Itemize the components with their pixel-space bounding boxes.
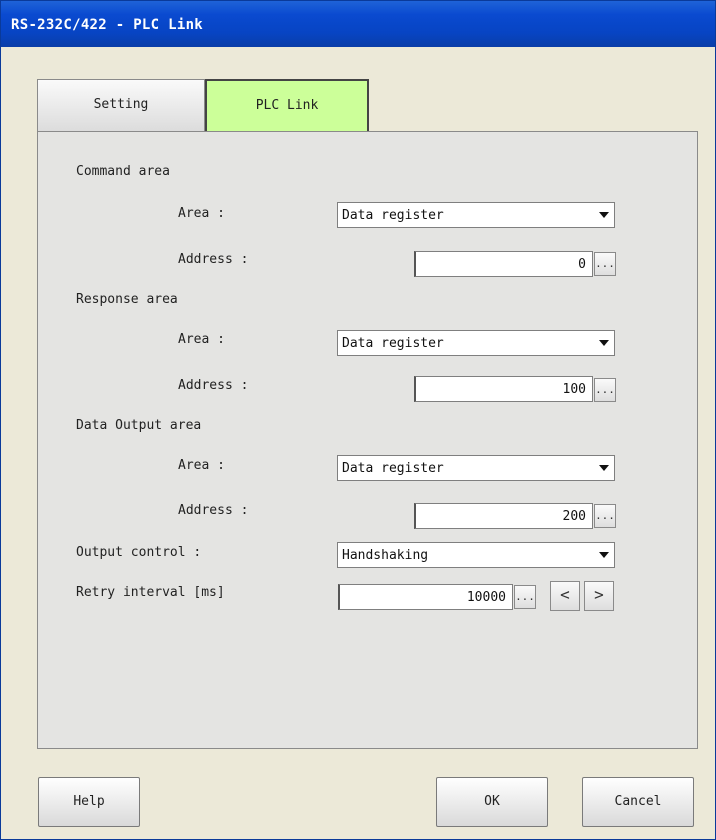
command-address-browse-button[interactable]: ... — [594, 252, 616, 276]
response-area-area-label: Area : — [178, 332, 225, 347]
response-address-field[interactable]: 100 — [414, 376, 593, 402]
output-control-dropdown[interactable]: Handshaking — [337, 542, 615, 568]
retry-interval-field[interactable]: 10000 — [338, 584, 513, 610]
data-output-area-dropdown-value: Data register — [342, 461, 444, 476]
command-area-area-label: Area : — [178, 206, 225, 221]
tab-setting[interactable]: Setting — [37, 79, 205, 131]
retry-interval-browse-button[interactable]: ... — [514, 585, 536, 609]
dialog-window: RS-232C/422 - PLC Link Setting PLC Link … — [0, 0, 716, 840]
help-button[interactable]: Help — [38, 777, 140, 827]
output-control-label: Output control : — [76, 545, 202, 560]
data-output-address-browse-button[interactable]: ... — [594, 504, 616, 528]
command-area-label: Command area — [76, 164, 170, 179]
response-address-value: 100 — [562, 382, 586, 397]
retry-interval-value: 10000 — [466, 590, 506, 605]
data-output-area-dropdown[interactable]: Data register — [337, 455, 615, 481]
response-area-dropdown[interactable]: Data register — [337, 330, 615, 356]
response-address-label: Address : — [178, 378, 249, 393]
output-control-dropdown-value: Handshaking — [342, 548, 429, 563]
chevron-down-icon — [594, 543, 614, 567]
data-output-address-field[interactable]: 200 — [414, 503, 593, 529]
data-output-area-label: Data Output area — [76, 418, 202, 433]
ok-button[interactable]: OK — [436, 777, 548, 827]
data-output-area-area-label: Area : — [178, 458, 225, 473]
chevron-down-icon — [594, 456, 614, 480]
command-address-label: Address : — [178, 252, 249, 267]
command-area-dropdown-value: Data register — [342, 208, 444, 223]
data-output-address-label: Address : — [178, 503, 249, 518]
command-area-dropdown[interactable]: Data register — [337, 202, 615, 228]
title-bar: RS-232C/422 - PLC Link — [1, 1, 715, 47]
command-address-value: 0 — [578, 257, 586, 272]
cancel-button[interactable]: Cancel — [582, 777, 694, 827]
window-title: RS-232C/422 - PLC Link — [11, 17, 204, 33]
response-area-label: Response area — [76, 292, 178, 307]
retry-interval-prev-button[interactable]: < — [550, 581, 580, 611]
retry-interval-next-button[interactable]: > — [584, 581, 614, 611]
response-address-browse-button[interactable]: ... — [594, 378, 616, 402]
tab-plc-link[interactable]: PLC Link — [205, 79, 369, 131]
response-area-dropdown-value: Data register — [342, 336, 444, 351]
chevron-down-icon — [594, 203, 614, 227]
retry-interval-label: Retry interval [ms] — [76, 585, 225, 600]
chevron-down-icon — [594, 331, 614, 355]
command-address-field[interactable]: 0 — [414, 251, 593, 277]
data-output-address-value: 200 — [562, 509, 586, 524]
